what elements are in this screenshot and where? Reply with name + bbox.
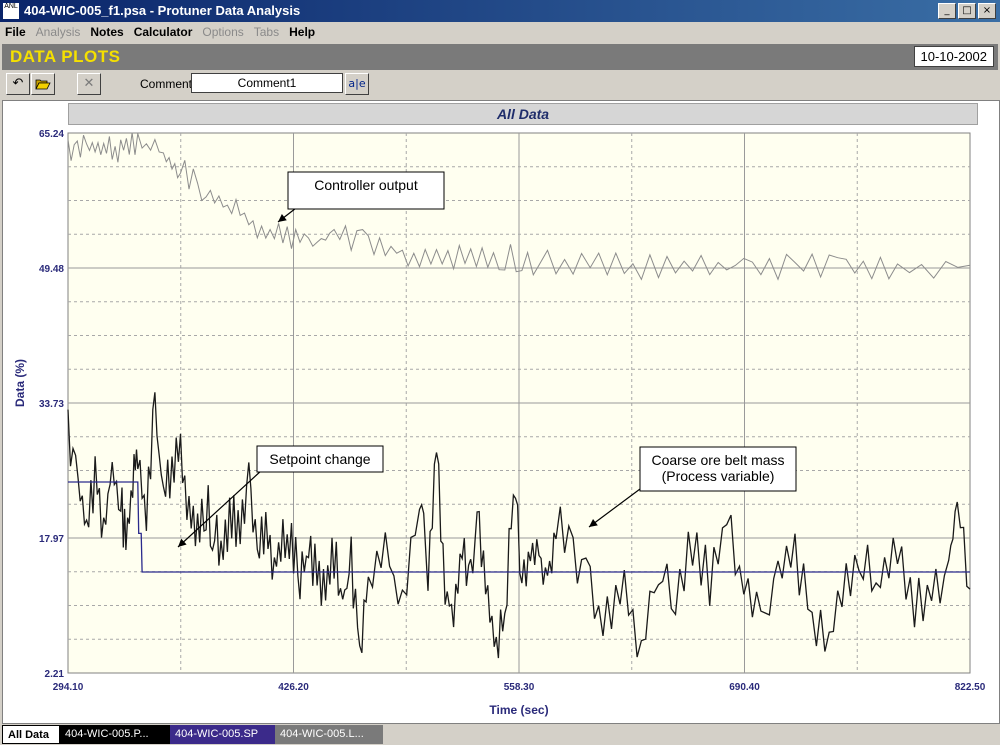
x-tick-label: 690.40	[729, 682, 760, 693]
callout-controller-output-text: Controller output	[314, 177, 418, 193]
x-tick-label: 822.50	[955, 682, 986, 693]
y-tick-label: 2.21	[45, 669, 65, 680]
tab-all-data[interactable]: All Data	[2, 725, 60, 744]
tab-bar: All Data 404-WIC-005.P... 404-WIC-005.SP…	[0, 724, 1000, 745]
tab-pv[interactable]: 404-WIC-005.P...	[60, 725, 170, 744]
y-tick-label: 49.48	[39, 264, 64, 275]
tab-sp[interactable]: 404-WIC-005.SP	[170, 725, 275, 744]
y-tick-label: 65.24	[39, 129, 64, 140]
y-axis-title: Data (%)	[13, 359, 27, 407]
x-tick-label: 294.10	[53, 682, 84, 693]
callout-setpoint-change-text: Setpoint change	[269, 451, 370, 467]
data-plot-chart[interactable]: 65.24 49.48 33.73 17.97 2.21 294.10 426.20 558.…	[0, 0, 1000, 745]
tab-lo[interactable]: 404-WIC-005.L...	[275, 725, 383, 744]
callout-process-variable-text: (Process variable)	[662, 468, 775, 484]
callout-process-variable-text: Coarse ore belt mass	[651, 452, 784, 468]
x-axis-title: Time (sec)	[489, 703, 548, 717]
x-tick-label: 426.20	[278, 682, 309, 693]
y-tick-label: 17.97	[39, 534, 64, 545]
x-tick-label: 558.30	[504, 682, 535, 693]
y-tick-label: 33.73	[39, 399, 64, 410]
